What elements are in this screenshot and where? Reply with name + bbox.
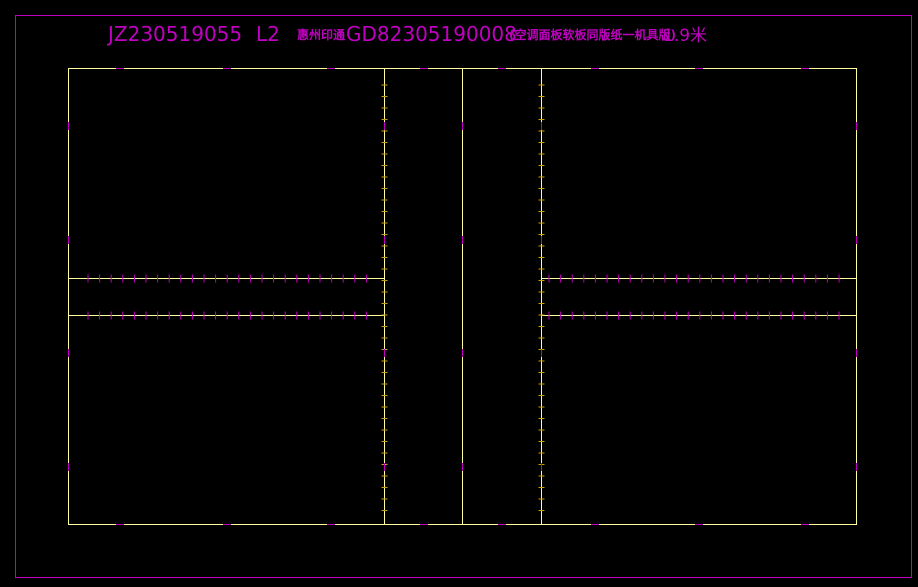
- size-label: 1.9米: [663, 26, 707, 46]
- customer-name: 惠州印通: [297, 27, 345, 42]
- order-code: GD82305190008: [346, 22, 517, 46]
- background: [0, 0, 918, 587]
- die-layout-drawing: JZ230519055 L2 惠州印通 GD82305190008 (空调面板软…: [0, 0, 918, 587]
- job-code: JZ230519055: [106, 22, 242, 46]
- layer-label: L2: [256, 22, 280, 46]
- product-note: (空调面板软板同版纸一机具版): [509, 27, 676, 42]
